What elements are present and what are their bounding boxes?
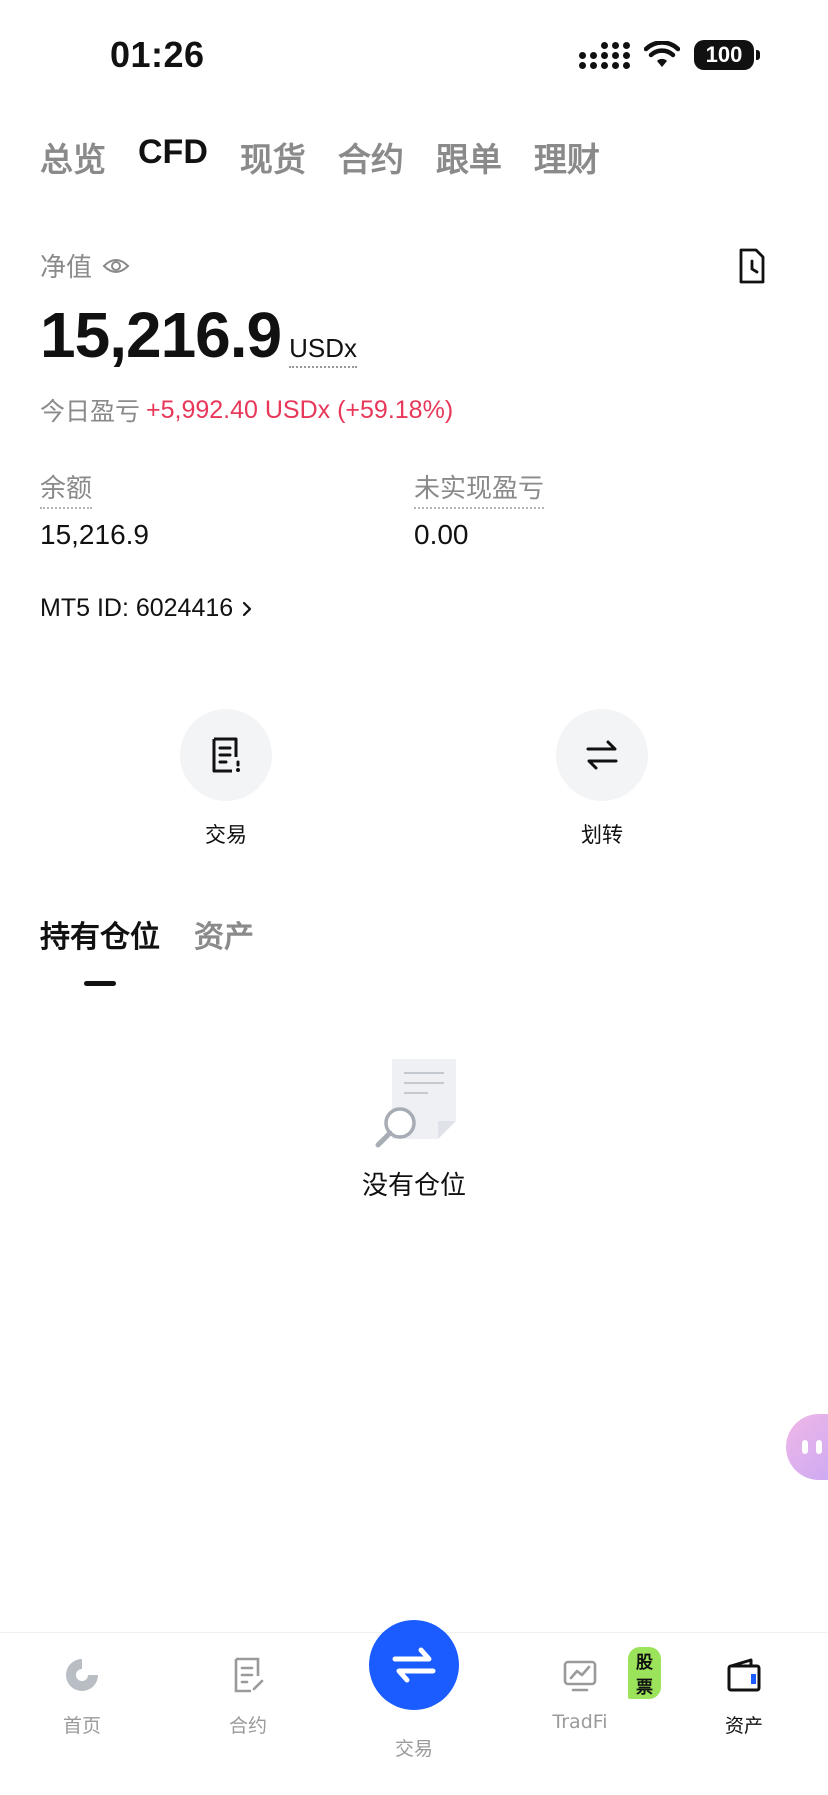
transfer-action-circle[interactable] [556, 709, 648, 801]
tab-assets[interactable]: 资产 [194, 912, 254, 956]
status-icons: 100 [579, 40, 760, 70]
wifi-icon [644, 41, 680, 67]
futures-document-icon [226, 1653, 270, 1697]
trade-action-label: 交易 [205, 823, 247, 847]
position-tabs: 持有仓位 资产 [40, 912, 254, 986]
net-value: 15,216.9 [40, 299, 282, 371]
mt5-id-text: MT5 ID: 6024416 [40, 594, 234, 622]
tab-spot[interactable]: 现货 [240, 133, 306, 181]
transfer-action-button[interactable]: 划转 [532, 709, 672, 849]
today-pnl-value: +5,992.40 USDx (+59.18%) [146, 395, 454, 424]
empty-state: 没有仓位 [0, 1055, 828, 1202]
battery-icon: 100 [694, 40, 760, 70]
nav-tradfi-label: TradFi [552, 1711, 608, 1733]
tab-overview[interactable]: 总览 [40, 133, 106, 181]
net-value-row: 15,216.9 USDx [40, 298, 358, 372]
home-logo-icon [60, 1653, 104, 1697]
net-value-unit[interactable]: USDx [289, 333, 358, 368]
trade-action-button[interactable]: 交易 [156, 709, 296, 849]
tab-earn[interactable]: 理财 [534, 133, 600, 181]
floating-assistant-button[interactable] [786, 1414, 828, 1480]
no-positions-illustration-icon [375, 1059, 456, 1148]
nav-trade-label: 交易 [394, 1738, 433, 1760]
balance-stat: 余额 15,216.9 [40, 468, 149, 551]
nav-assets[interactable]: 资产 [684, 1653, 804, 1738]
history-document-icon[interactable] [732, 246, 772, 286]
tab-copy-trading[interactable]: 跟单 [436, 133, 502, 181]
tab-futures[interactable]: 合约 [338, 133, 404, 181]
net-value-label: 净值 [40, 253, 93, 283]
net-value-header: 净值 [40, 247, 130, 284]
trade-fab-button[interactable] [369, 1620, 459, 1710]
order-document-icon [212, 737, 240, 773]
unrealized-pnl-value: 0.00 [414, 519, 469, 550]
stock-badge: 股票 [628, 1647, 661, 1699]
wallet-icon [722, 1653, 766, 1697]
nav-assets-label: 资产 [724, 1715, 763, 1737]
cellular-signal-icon [579, 41, 630, 69]
tradfi-chart-icon: 股票 [558, 1647, 661, 1699]
transfer-action-label: 划转 [581, 823, 623, 847]
tab-open-positions[interactable]: 持有仓位 [40, 912, 160, 986]
unrealized-pnl-label[interactable]: 未实现盈亏 [414, 468, 545, 509]
chevron-right-icon [243, 601, 252, 616]
balance-label[interactable]: 余额 [40, 468, 93, 509]
nav-home[interactable]: 首页 [22, 1653, 142, 1738]
mt5-id-link[interactable]: MT5 ID: 6024416 [40, 594, 253, 623]
swap-arrows-icon [392, 1647, 436, 1683]
status-time: 01:26 [110, 34, 205, 75]
transfer-arrows-icon [586, 740, 618, 770]
trade-action-circle[interactable] [180, 709, 272, 801]
balance-value: 15,216.9 [40, 519, 149, 550]
bottom-navigation: 首页 合约 交易 股票 TradFi 资产 [0, 1620, 828, 1795]
status-bar: 01:26 100 [0, 0, 828, 110]
eye-icon[interactable] [102, 256, 130, 276]
today-pnl-label: 今日盈亏 [40, 397, 141, 426]
nav-futures-label: 合约 [228, 1715, 267, 1737]
unrealized-pnl-stat: 未实现盈亏 0.00 [414, 468, 545, 551]
nav-tradfi[interactable]: 股票 TradFi [520, 1647, 661, 1733]
account-type-tabs: 总览 CFD 现货 合约 跟单 理财 [40, 133, 632, 181]
tab-cfd[interactable]: CFD [138, 133, 208, 181]
nav-futures[interactable]: 合约 [188, 1653, 308, 1738]
empty-state-text: 没有仓位 [361, 1171, 466, 1201]
today-pnl-row: 今日盈亏 +5,992.40 USDx (+59.18%) [40, 392, 453, 428]
nav-home-label: 首页 [62, 1715, 101, 1737]
